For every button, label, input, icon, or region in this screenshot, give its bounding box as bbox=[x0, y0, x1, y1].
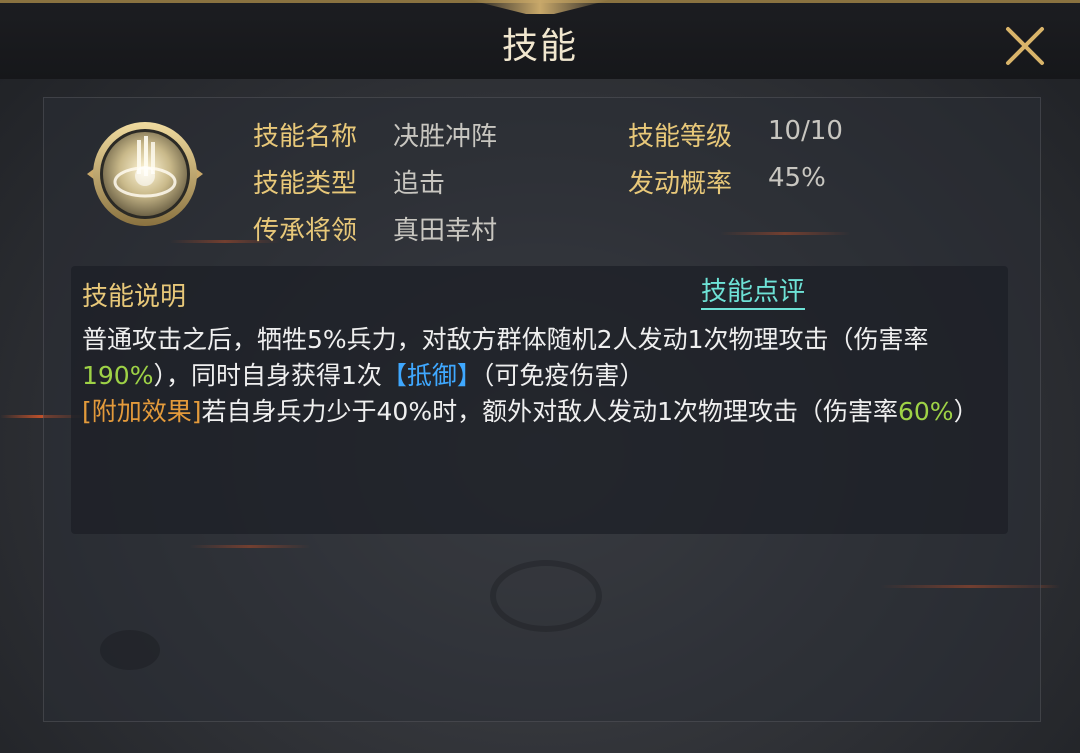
status-effect-link[interactable]: 【抵御】 bbox=[382, 361, 482, 390]
desc-segment: ），同时自身获得1次 bbox=[153, 361, 382, 390]
skill-emblem-icon bbox=[85, 118, 205, 230]
trigger-chance-label: 发动概率 bbox=[628, 169, 733, 199]
skill-type-label: 技能类型 bbox=[253, 169, 358, 199]
title-ornament bbox=[470, 0, 610, 14]
inherit-general-label: 传承将领 bbox=[253, 216, 358, 246]
extra-effect-tag: [附加效果] bbox=[82, 397, 202, 426]
description-title: 技能说明 bbox=[82, 282, 187, 312]
skill-review-link[interactable]: 技能点评 bbox=[701, 276, 806, 310]
skill-level-value: 10/10 bbox=[768, 116, 843, 146]
description-text: 普通攻击之后，牺牲5%兵力，对敌方群体随机2人发动1次物理攻击（伤害率190%）… bbox=[82, 322, 992, 430]
skill-name-label: 技能名称 bbox=[253, 122, 358, 152]
trigger-chance-value: 45% bbox=[768, 163, 826, 193]
skill-level-label: 技能等级 bbox=[628, 122, 733, 152]
desc-segment: 普通攻击之后，牺牲5%兵力，对敌方群体随机2人发动1次物理攻击（伤害率 bbox=[82, 325, 929, 354]
desc-segment: （可免疫伤害） bbox=[481, 361, 645, 390]
damage-rate-2: 60% bbox=[898, 397, 954, 426]
desc-segment: ） bbox=[953, 397, 979, 426]
skill-type-value: 追击 bbox=[393, 169, 446, 199]
damage-rate-1: 190% bbox=[82, 361, 154, 390]
inherit-general-value: 真田幸村 bbox=[393, 216, 498, 246]
close-button[interactable] bbox=[1002, 23, 1048, 69]
skill-name-value: 决胜冲阵 bbox=[393, 122, 498, 152]
page-title: 技能 bbox=[501, 26, 578, 67]
desc-segment: 若自身兵力少于40%时，额外对敌人发动1次物理攻击（伤害率 bbox=[201, 397, 898, 426]
close-icon bbox=[1006, 27, 1044, 65]
title-bar: 技能 bbox=[0, 0, 1080, 79]
